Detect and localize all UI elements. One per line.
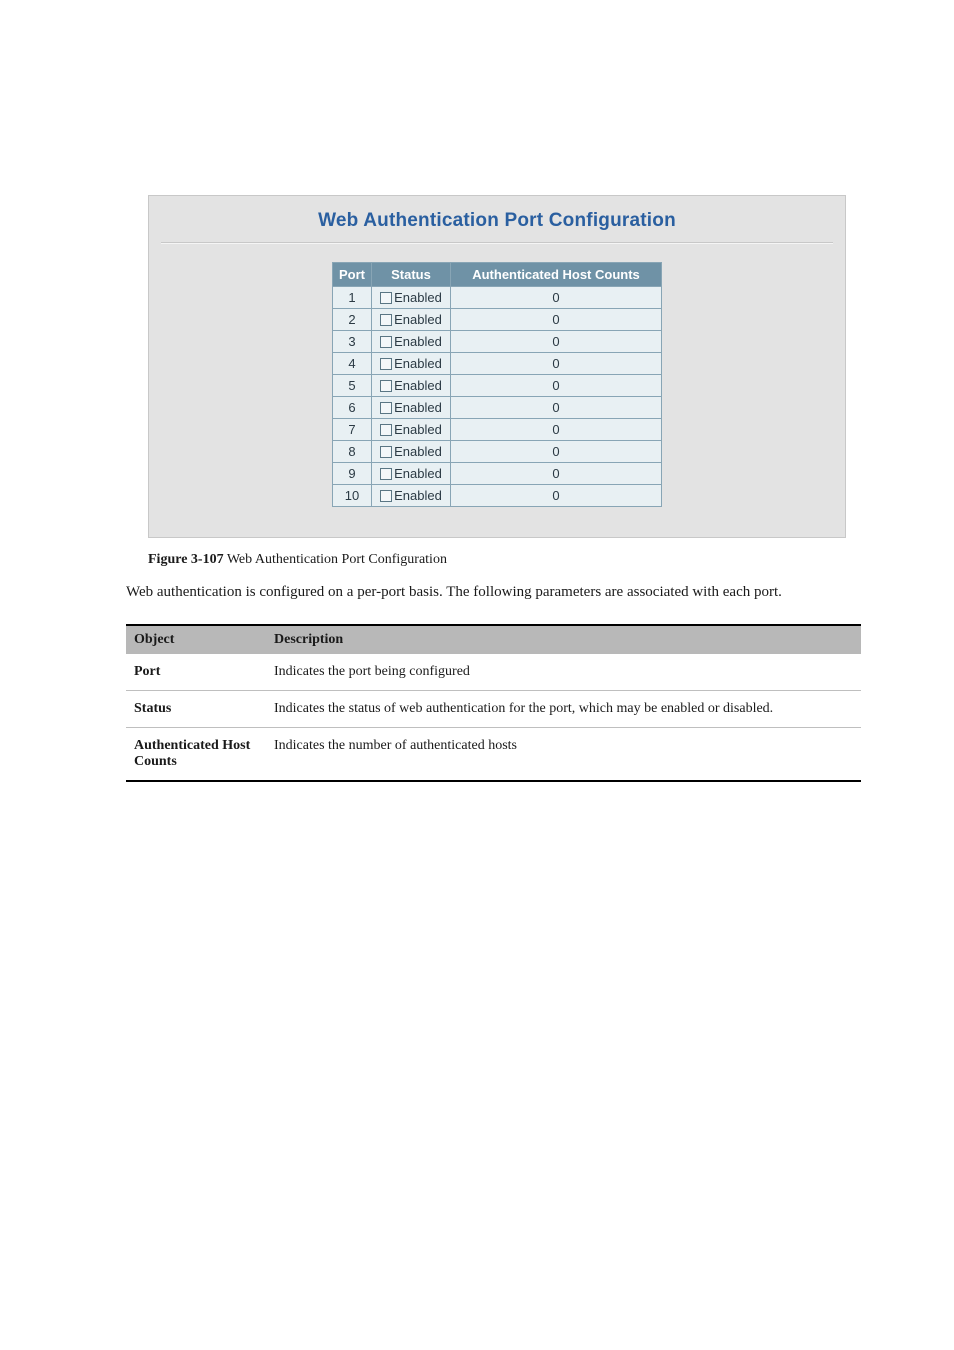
enabled-label: Enabled xyxy=(394,290,442,305)
objects-row: StatusIndicates the status of web authen… xyxy=(126,690,861,727)
count-cell: 0 xyxy=(451,485,661,506)
port-cell: 9 xyxy=(333,463,371,484)
count-cell: 0 xyxy=(451,287,661,308)
enabled-checkbox[interactable] xyxy=(380,380,392,392)
count-cell: 0 xyxy=(451,397,661,418)
status-cell: Enabled xyxy=(372,309,450,330)
objects-header-row: Object Description xyxy=(126,625,861,654)
table-row: 7 Enabled 0 xyxy=(333,419,661,440)
enabled-checkbox[interactable] xyxy=(380,446,392,458)
count-cell: 0 xyxy=(451,463,661,484)
enabled-label: Enabled xyxy=(394,334,442,349)
enabled-label: Enabled xyxy=(394,378,442,393)
port-table: Port Status Authenticated Host Counts 1 E… xyxy=(332,262,662,507)
status-cell: Enabled xyxy=(372,331,450,352)
enabled-label: Enabled xyxy=(394,488,442,503)
enabled-checkbox[interactable] xyxy=(380,292,392,304)
enabled-checkbox[interactable] xyxy=(380,402,392,414)
enabled-label: Enabled xyxy=(394,444,442,459)
table-row: 5 Enabled 0 xyxy=(333,375,661,396)
status-cell: Enabled xyxy=(372,375,450,396)
port-cell: 8 xyxy=(333,441,371,462)
enabled-label: Enabled xyxy=(394,356,442,371)
table-row: 4 Enabled 0 xyxy=(333,353,661,374)
table-row: 6 Enabled 0 xyxy=(333,397,661,418)
enabled-checkbox[interactable] xyxy=(380,314,392,326)
port-cell: 1 xyxy=(333,287,371,308)
col-header-status: Status xyxy=(372,263,450,286)
table-row: 1 Enabled 0 xyxy=(333,287,661,308)
object-description: Indicates the port being configured xyxy=(266,654,861,691)
panel-title: Web Authentication Port Configuration xyxy=(161,206,833,242)
count-cell: 0 xyxy=(451,331,661,352)
panel-divider xyxy=(161,242,833,244)
objects-row: PortIndicates the port being configured xyxy=(126,654,861,691)
col-header-port: Port xyxy=(333,263,371,286)
status-cell: Enabled xyxy=(372,353,450,374)
port-cell: 10 xyxy=(333,485,371,506)
count-cell: 0 xyxy=(451,419,661,440)
count-cell: 0 xyxy=(451,441,661,462)
objects-header-description: Description xyxy=(266,625,861,654)
object-description: Indicates the status of web authenticati… xyxy=(266,690,861,727)
enabled-label: Enabled xyxy=(394,466,442,481)
object-description: Indicates the number of authenticated ho… xyxy=(266,727,861,781)
figure-number: Figure 3-107 xyxy=(148,552,224,567)
status-cell: Enabled xyxy=(372,397,450,418)
port-cell: 7 xyxy=(333,419,371,440)
table-row: 9 Enabled 0 xyxy=(333,463,661,484)
enabled-checkbox[interactable] xyxy=(380,468,392,480)
port-cell: 5 xyxy=(333,375,371,396)
enabled-checkbox[interactable] xyxy=(380,424,392,436)
config-panel: Web Authentication Port Configuration Po… xyxy=(148,195,846,538)
status-cell: Enabled xyxy=(372,419,450,440)
objects-table: Object Description PortIndicates the por… xyxy=(126,624,861,782)
col-header-count: Authenticated Host Counts xyxy=(451,263,661,286)
status-cell: Enabled xyxy=(372,485,450,506)
enabled-label: Enabled xyxy=(394,422,442,437)
count-cell: 0 xyxy=(451,309,661,330)
status-cell: Enabled xyxy=(372,287,450,308)
port-cell: 6 xyxy=(333,397,371,418)
table-row: 2 Enabled 0 xyxy=(333,309,661,330)
object-term: Status xyxy=(126,690,266,727)
objects-row: Authenticated Host CountsIndicates the n… xyxy=(126,727,861,781)
table-row: 10 Enabled 0 xyxy=(333,485,661,506)
object-term: Authenticated Host Counts xyxy=(126,727,266,781)
count-cell: 0 xyxy=(451,353,661,374)
port-cell: 3 xyxy=(333,331,371,352)
enabled-label: Enabled xyxy=(394,312,442,327)
status-cell: Enabled xyxy=(372,441,450,462)
figure-text: Web Authentication Port Configuration xyxy=(224,552,447,567)
figure-caption: Figure 3-107 Web Authentication Port Con… xyxy=(148,552,846,568)
table-row: 8 Enabled 0 xyxy=(333,441,661,462)
body-paragraph: Web authentication is configured on a pe… xyxy=(126,582,861,604)
enabled-checkbox[interactable] xyxy=(380,490,392,502)
table-row: 3 Enabled 0 xyxy=(333,331,661,352)
table-header-row: Port Status Authenticated Host Counts xyxy=(333,263,661,286)
enabled-checkbox[interactable] xyxy=(380,336,392,348)
status-cell: Enabled xyxy=(372,463,450,484)
enabled-label: Enabled xyxy=(394,400,442,415)
object-term: Port xyxy=(126,654,266,691)
port-table-wrap: Port Status Authenticated Host Counts 1 E… xyxy=(161,262,833,507)
port-cell: 2 xyxy=(333,309,371,330)
enabled-checkbox[interactable] xyxy=(380,358,392,370)
port-cell: 4 xyxy=(333,353,371,374)
objects-header-object: Object xyxy=(126,625,266,654)
count-cell: 0 xyxy=(451,375,661,396)
